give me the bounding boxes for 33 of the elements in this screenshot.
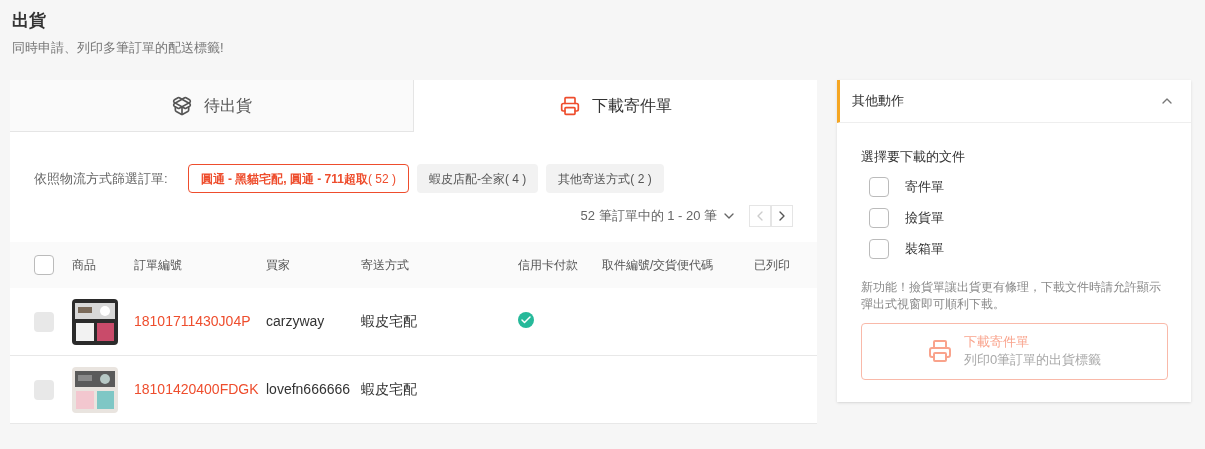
column-header: 買家 <box>266 258 290 272</box>
document-option: 裝箱單 <box>905 238 944 259</box>
note-text: 新功能！撿貨單讓出貨更有條理，下載文件時請允許顯示彈出式視窗即可順利下載。 <box>861 278 1162 313</box>
page-subtitle: 同時申請、列印多筆訂單的配送標籤! <box>12 38 225 57</box>
column-header: 信用卡付款 <box>518 258 578 272</box>
pagination-summary: 52 筆訂單中的 1 - 20 筆 <box>580 207 717 226</box>
document-option: 寄件單 <box>905 176 944 197</box>
select-all-checkbox[interactable] <box>34 255 54 275</box>
documents-label: 選擇要下載的文件 <box>861 148 966 166</box>
next-page-button[interactable] <box>771 205 793 227</box>
column-header: 商品 <box>72 258 96 272</box>
column-header: 訂單編號 <box>134 258 182 272</box>
tab[interactable]: 待出貨 <box>10 80 414 132</box>
package-icon <box>171 95 192 116</box>
shipping-method: 蝦皮宅配 <box>361 313 417 329</box>
column-header: 取件編號/交貨便代碼 <box>602 258 714 272</box>
document-option: 撿貨單 <box>905 207 944 228</box>
printer-icon <box>559 96 580 116</box>
column-header: 已列印 <box>754 258 790 272</box>
buyer-name: carzyway <box>266 313 325 329</box>
buyer-name: lovefn666666 <box>266 381 351 397</box>
shipping-method: 蝦皮宅配 <box>361 381 417 397</box>
filter-chip[interactable]: 蝦皮店配-全家( 4 ) <box>417 164 539 193</box>
filter-chip[interactable]: 其他寄送方式( 2 ) <box>546 164 664 193</box>
filter-chip[interactable]: 圓通 - 黑貓宅配, 圓通 - 711超取( 52 ) <box>187 164 409 193</box>
document-checkbox[interactable] <box>869 238 889 259</box>
document-checkbox[interactable] <box>869 207 889 228</box>
page-title: 出貨 <box>12 10 47 32</box>
filter-label: 依照物流方式篩選訂單: <box>34 169 168 188</box>
document-checkbox[interactable] <box>869 176 889 197</box>
printer-icon <box>927 339 952 363</box>
panel-title: 其他動作 <box>852 92 904 111</box>
column-header: 寄送方式 <box>361 258 409 272</box>
